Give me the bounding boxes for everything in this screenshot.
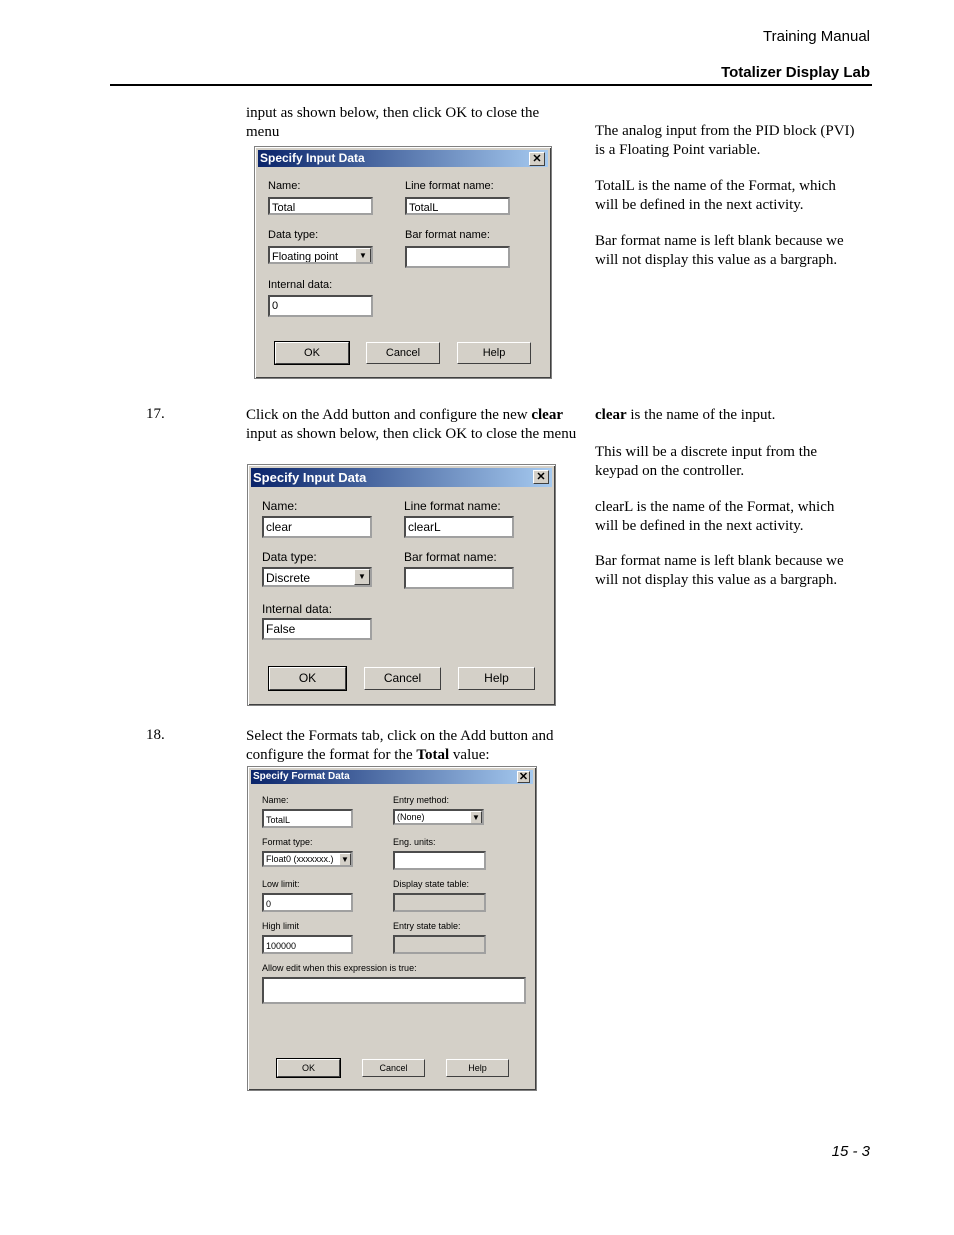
chevron-down-icon[interactable]: ▼ (354, 569, 370, 585)
data-type-select[interactable]: Floating point ▼ (268, 246, 373, 264)
section-title: Totalizer Display Lab (721, 64, 870, 81)
close-icon[interactable]: ✕ (517, 771, 530, 783)
entry-method-label: Entry method: (393, 795, 450, 805)
help-button[interactable]: Help (458, 667, 535, 690)
cancel-button[interactable]: Cancel (362, 1059, 425, 1077)
close-icon[interactable]: ✕ (533, 470, 549, 484)
format-type-select[interactable]: Float0 (xxxxxxx.) ▼ (262, 851, 353, 867)
step-number: 17. (146, 406, 165, 422)
line-format-label: Line format name: (404, 499, 501, 513)
note: The analog input from the PID block (PVI… (595, 123, 855, 158)
data-type-label: Data type: (268, 229, 319, 241)
eng-units-label: Eng. units: (393, 837, 436, 847)
step-number: 18. (146, 727, 165, 743)
format-type-value: Float0 (xxxxxxx.) (266, 854, 334, 864)
high-limit-input[interactable]: 100000 (262, 935, 353, 954)
specify-input-dialog-clear: Specify Input Data ✕ Name: clear Line for… (247, 464, 556, 706)
ok-button[interactable]: OK (276, 1058, 341, 1078)
internal-data-input[interactable]: 0 (268, 295, 373, 317)
chevron-down-icon[interactable]: ▼ (470, 811, 482, 823)
specify-input-dialog-total: Specify Input Data ✕ Name: Total Line for… (254, 146, 552, 379)
bar-format-input[interactable] (404, 567, 514, 589)
step-18-text: Select the Formats tab, click on the Add… (246, 728, 554, 763)
line-format-label: Line format name: (405, 180, 494, 192)
entry-method-select[interactable]: (None) ▼ (393, 809, 484, 825)
data-type-select[interactable]: Discrete ▼ (262, 567, 372, 587)
dialog-title-bar: Specify Format Data ✕ (251, 770, 533, 784)
entry-state-table-label: Entry state table: (393, 921, 461, 931)
display-state-table-input (393, 893, 486, 912)
page-number: 15 - 3 (831, 1143, 870, 1160)
low-limit-input[interactable]: 0 (262, 893, 353, 912)
entry-state-table-input (393, 935, 486, 954)
chevron-down-icon[interactable]: ▼ (339, 853, 351, 865)
help-button[interactable]: Help (457, 342, 531, 364)
manual-title: Training Manual (763, 28, 870, 45)
internal-data-input[interactable]: False (262, 618, 372, 640)
internal-data-label: Internal data: (268, 279, 333, 291)
bar-format-input[interactable] (405, 246, 510, 268)
dialog-title-bar: Specify Input Data ✕ (258, 150, 548, 167)
dialog-title-bar: Specify Input Data ✕ (251, 468, 552, 487)
allow-edit-label: Allow edit when this expression is true: (262, 963, 417, 973)
specify-format-dialog: Specify Format Data ✕ Name: TotalL Entry … (247, 766, 537, 1091)
low-limit-label: Low limit: (262, 879, 300, 889)
name-input[interactable]: clear (262, 516, 372, 538)
name-input[interactable]: TotalL (262, 809, 353, 828)
ok-button[interactable]: OK (268, 666, 347, 691)
bar-format-label: Bar format name: (405, 229, 490, 241)
internal-data-label: Internal data: (262, 602, 333, 616)
bar-format-label: Bar format name: (404, 550, 497, 564)
cancel-button[interactable]: Cancel (364, 667, 441, 690)
note: clear is the name of the input. (595, 407, 776, 423)
format-type-label: Format type: (262, 837, 313, 847)
data-type-value: Floating point (272, 251, 339, 263)
high-limit-label: High limit (262, 921, 300, 931)
data-type-value: Discrete (266, 571, 311, 585)
note: clearL is the name of the Format, which … (595, 499, 835, 534)
note: TotalL is the name of the Format, which … (595, 178, 836, 213)
entry-method-value: (None) (397, 812, 425, 822)
dialog-title: Specify Format Data (253, 771, 350, 782)
name-label: Name: (262, 795, 289, 805)
dialog-title: Specify Input Data (253, 470, 367, 485)
name-label: Name: (262, 499, 298, 513)
note: Bar format name is left blank because we… (595, 233, 844, 268)
intro-text: input as shown below, then click OK to c… (246, 105, 540, 140)
dialog-title: Specify Input Data (260, 151, 365, 165)
chevron-down-icon[interactable]: ▼ (355, 248, 371, 262)
note: Bar format name is left blank because we… (595, 553, 844, 588)
eng-units-input[interactable] (393, 851, 486, 870)
allow-edit-expression-input[interactable] (262, 977, 526, 1004)
header-rule (110, 84, 872, 86)
close-icon[interactable]: ✕ (529, 152, 545, 166)
data-type-label: Data type: (262, 550, 317, 564)
document-page: Training Manual Totalizer Display Lab in… (0, 0, 954, 1235)
cancel-button[interactable]: Cancel (366, 342, 440, 364)
help-button[interactable]: Help (446, 1059, 509, 1077)
line-format-input[interactable]: TotalL (405, 197, 510, 215)
step-17-text: Click on the Add button and configure th… (246, 407, 577, 442)
ok-button[interactable]: OK (274, 341, 350, 365)
name-input[interactable]: Total (268, 197, 373, 215)
note: This will be a discrete input from the k… (595, 444, 818, 479)
display-state-table-label: Display state table: (393, 879, 470, 889)
line-format-input[interactable]: clearL (404, 516, 514, 538)
name-label: Name: (268, 180, 301, 192)
